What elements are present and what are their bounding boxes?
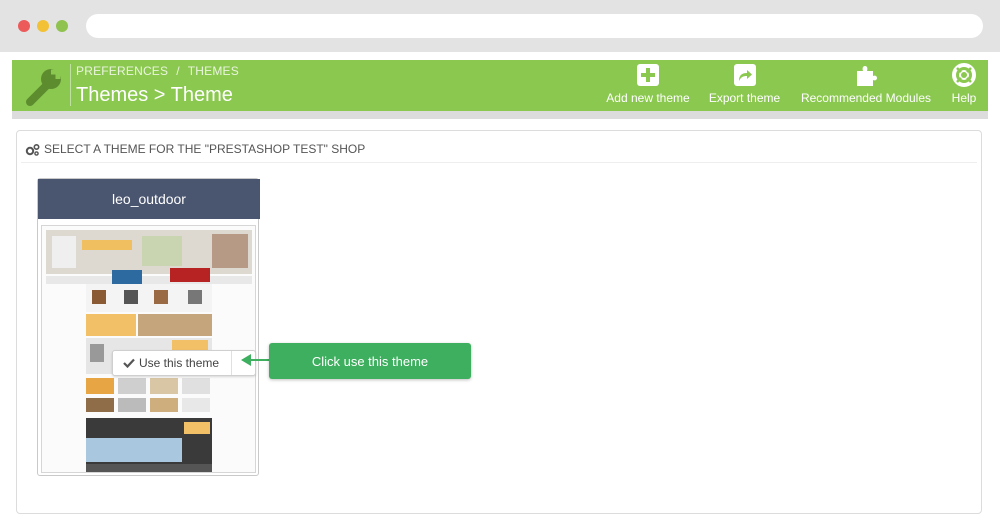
- panel-heading-text: SELECT A THEME FOR THE "PRESTASHOP TEST"…: [44, 142, 366, 156]
- theme-card[interactable]: leo_outdoor Use this theme: [37, 178, 260, 476]
- add-new-theme-label: Add new theme: [606, 91, 690, 105]
- close-window-dot[interactable]: [18, 20, 30, 32]
- breadcrumb-parent[interactable]: PREFERENCES: [76, 64, 168, 78]
- breadcrumb-separator: /: [176, 64, 180, 78]
- toolbar-shadow: [12, 111, 988, 119]
- address-bar[interactable]: [86, 14, 983, 38]
- export-theme-label: Export theme: [708, 91, 781, 105]
- minimize-window-dot[interactable]: [37, 20, 49, 32]
- wrench-icon: [20, 64, 66, 108]
- lifebuoy-icon: [952, 63, 976, 87]
- instruction-callout: Click use this theme: [269, 343, 471, 379]
- recommended-modules-label: Recommended Modules: [800, 91, 932, 105]
- use-this-theme-button[interactable]: Use this theme: [112, 350, 256, 376]
- puzzle-icon: [857, 66, 877, 86]
- share-icon: [733, 64, 756, 86]
- plus-icon: [637, 64, 659, 86]
- theme-name: leo_outdoor: [38, 179, 260, 219]
- browser-chrome: [0, 0, 1000, 52]
- maximize-window-dot[interactable]: [56, 20, 68, 32]
- callout-arrow-icon: [241, 354, 271, 366]
- panel-heading: SELECT A THEME FOR THE "PRESTASHOP TEST"…: [25, 139, 365, 159]
- page-title: Themes > Theme: [76, 84, 233, 106]
- theme-selection-panel: SELECT A THEME FOR THE "PRESTASHOP TEST"…: [16, 130, 982, 514]
- toolbar-divider: [70, 64, 71, 106]
- help-label: Help: [951, 91, 977, 105]
- recommended-modules-button[interactable]: Recommended Modules: [796, 63, 936, 109]
- export-theme-button[interactable]: Export theme: [706, 63, 783, 109]
- panel-divider: [21, 162, 977, 163]
- cogs-icon: [25, 143, 40, 156]
- theme-preview-image: [41, 225, 256, 473]
- check-icon: [123, 358, 135, 368]
- breadcrumb-current[interactable]: THEMES: [188, 64, 239, 78]
- help-button[interactable]: Help: [948, 63, 980, 109]
- page-toolbar: PREFERENCES / THEMES Themes > Theme Add ne…: [12, 60, 988, 111]
- add-new-theme-button[interactable]: Add new theme: [602, 63, 694, 109]
- use-this-theme-label: Use this theme: [139, 356, 220, 370]
- breadcrumb: PREFERENCES / THEMES: [76, 64, 239, 78]
